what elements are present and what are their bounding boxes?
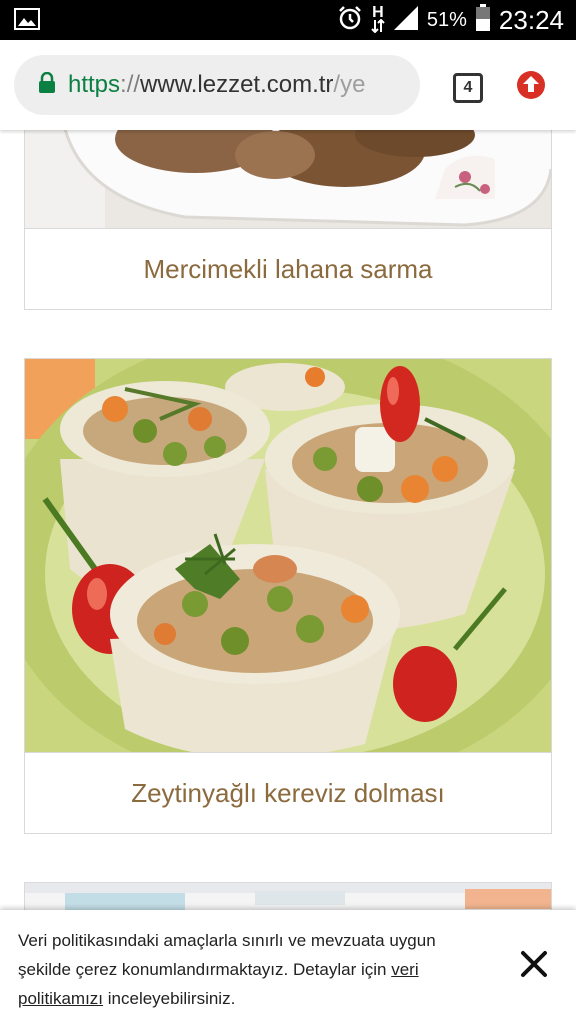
tab-switcher-button[interactable]: 4 bbox=[453, 73, 483, 103]
battery-icon bbox=[475, 3, 491, 37]
cookie-banner: Veri politikasındaki amaçlarla sınırlı v… bbox=[0, 910, 576, 1024]
gallery-notification-icon bbox=[14, 7, 40, 36]
recipe-image[interactable] bbox=[25, 359, 551, 753]
cookie-text: Veri politikasındaki amaçlarla sınırlı v… bbox=[18, 931, 436, 1008]
url-text: https://www.lezzet.com.tr/ye bbox=[68, 71, 366, 98]
recipe-card[interactable]: Zeytinyağlı kereviz dolması bbox=[24, 358, 552, 834]
alarm-icon bbox=[337, 5, 363, 36]
recipe-card[interactable]: Mercimekli lahana sarma bbox=[24, 130, 552, 310]
recipe-title[interactable]: Zeytinyağlı kereviz dolması bbox=[25, 753, 551, 833]
status-bar: H 51% 23:24 bbox=[0, 0, 576, 40]
network-type-icon: H bbox=[371, 5, 385, 33]
page-content: Mercimekli lahana sarma Zeytinyağlı kere… bbox=[0, 130, 576, 1024]
battery-percent: 51% bbox=[426, 8, 467, 31]
url-bar[interactable]: https://www.lezzet.com.tr/ye bbox=[14, 55, 420, 115]
signal-icon bbox=[393, 5, 419, 36]
update-chrome-icon[interactable] bbox=[516, 70, 546, 105]
lock-icon bbox=[38, 71, 56, 99]
clock: 23:24 bbox=[498, 4, 564, 35]
recipe-image[interactable] bbox=[25, 130, 551, 229]
browser-toolbar: https://www.lezzet.com.tr/ye 4 bbox=[0, 40, 576, 130]
close-icon[interactable] bbox=[518, 948, 550, 980]
recipe-title[interactable]: Mercimekli lahana sarma bbox=[25, 229, 551, 309]
